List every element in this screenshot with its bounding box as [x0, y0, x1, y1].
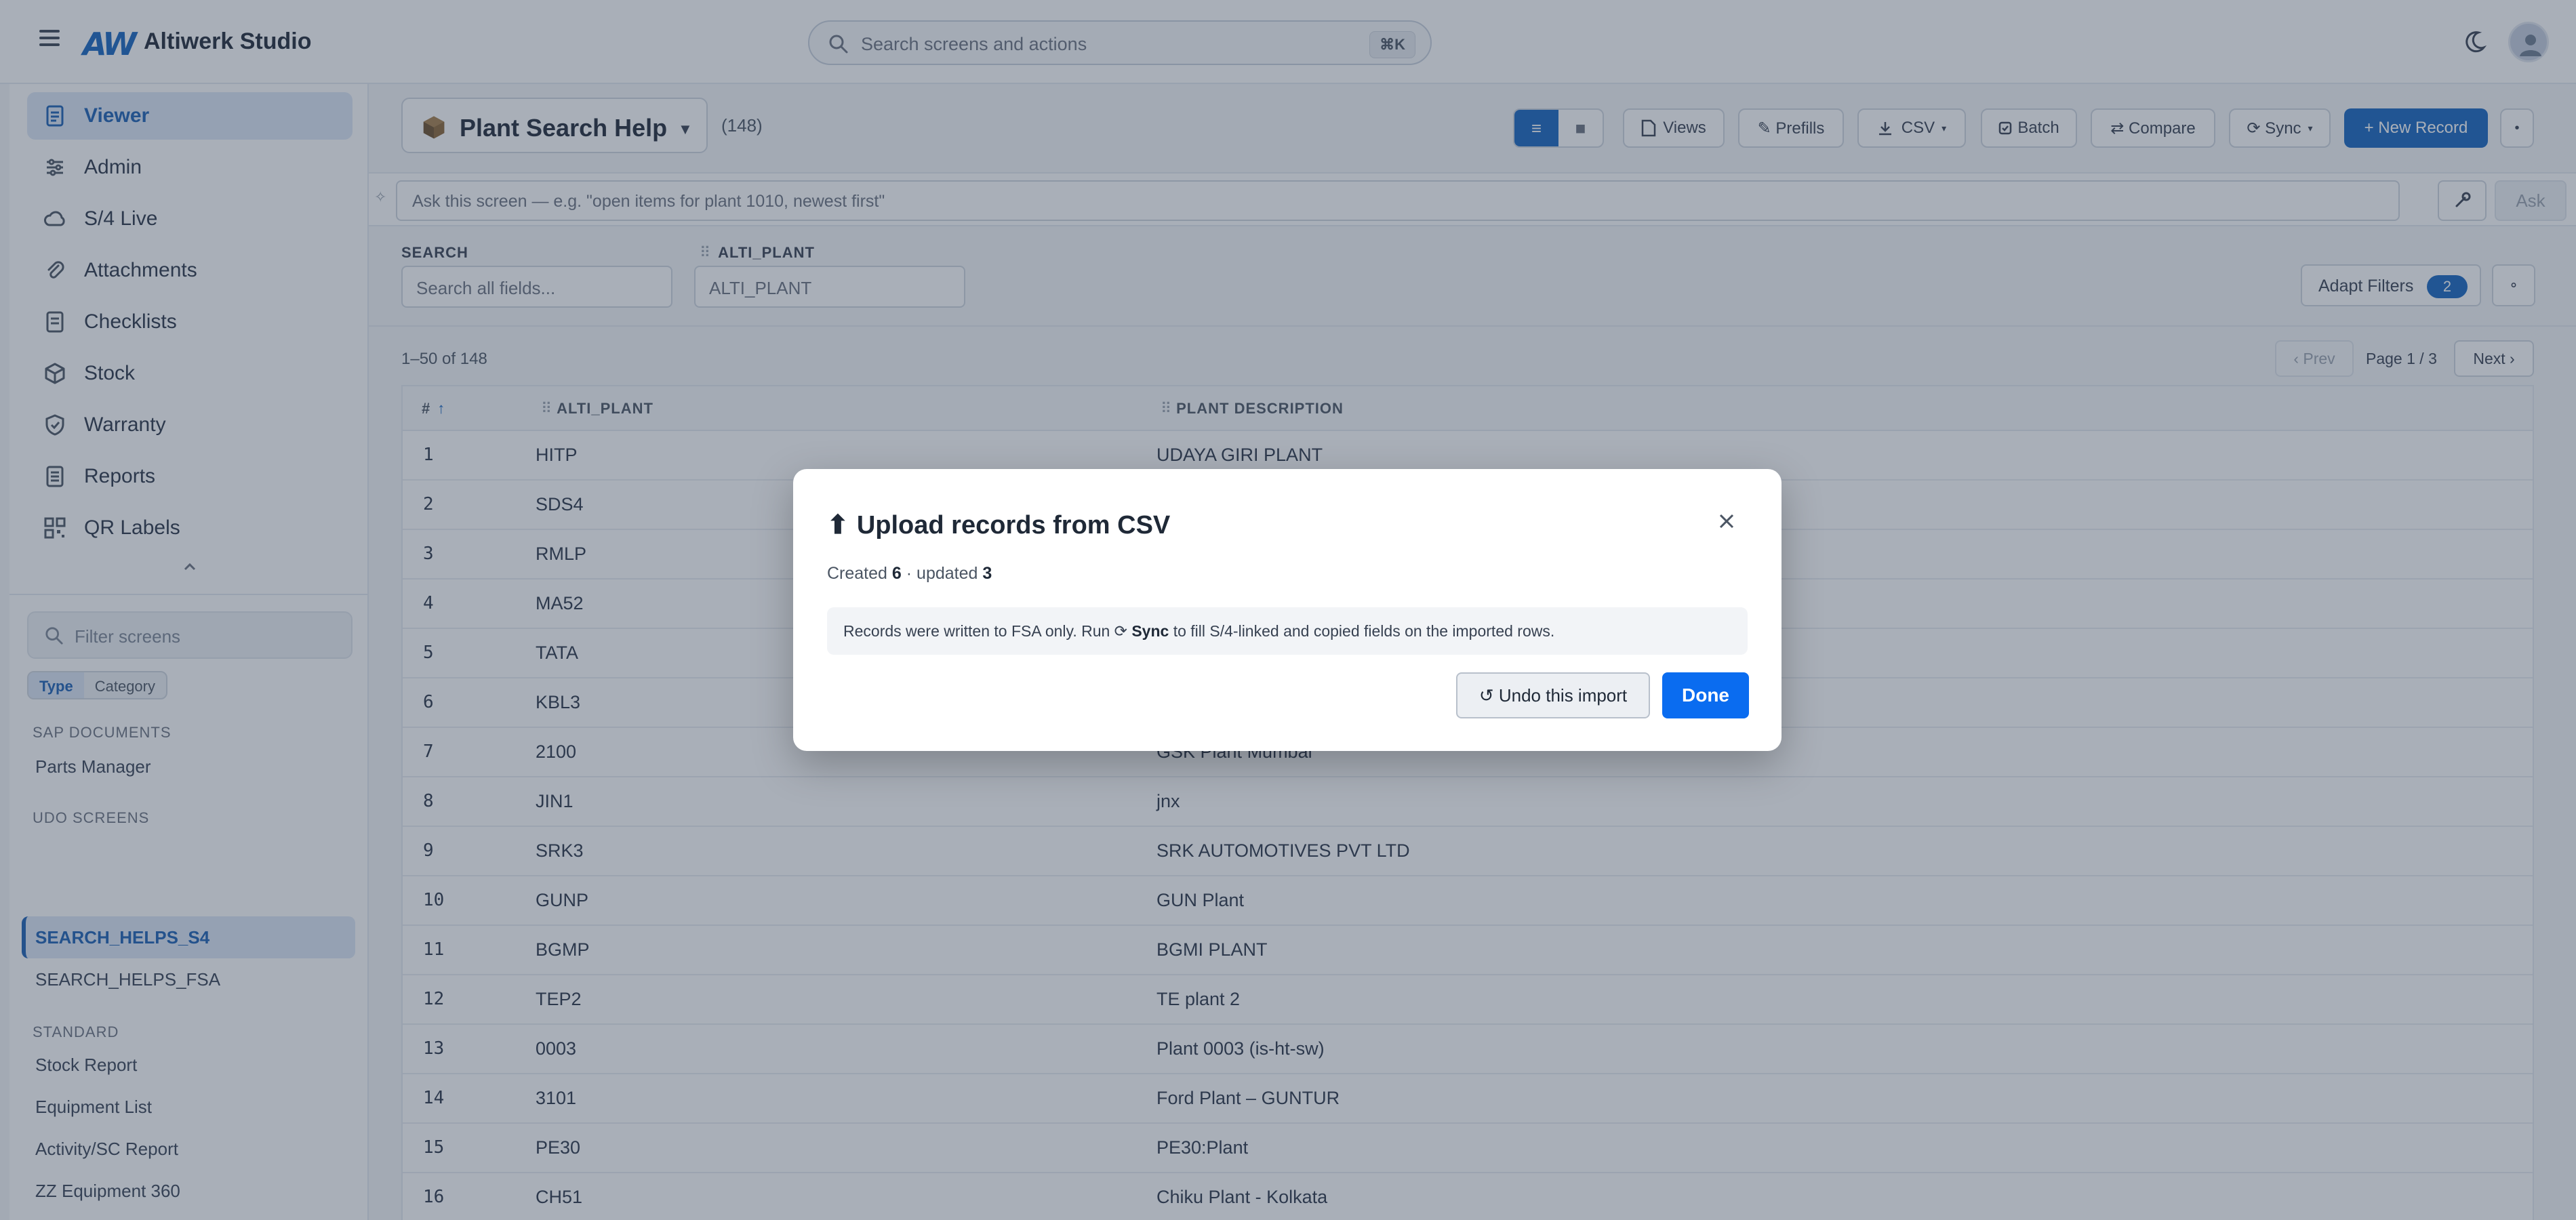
created-count: 6	[891, 564, 902, 583]
done-button[interactable]: Done	[1662, 672, 1749, 718]
created-label: Created	[827, 564, 887, 583]
upload-csv-dialog: ⬆ Upload records from CSV Created 6 · upd…	[793, 469, 1782, 751]
notice-sync-word: Sync	[1131, 622, 1169, 640]
updated-count: 3	[982, 564, 992, 583]
import-summary: Created 6 · updated 3	[827, 564, 992, 584]
upload-arrow-icon: ⬆	[827, 511, 849, 540]
notice-text-end: to fill S/4-linked and copied fields on …	[1173, 622, 1555, 640]
close-icon[interactable]	[1715, 510, 1738, 533]
updated-label: · updated	[906, 564, 978, 583]
dialog-title-text: Upload records from CSV	[856, 511, 1171, 540]
dialog-title: ⬆ Upload records from CSV	[827, 510, 1170, 540]
notice-text-start: Records were written to FSA only. Run ⟳	[843, 622, 1127, 640]
sync-notice: Records were written to FSA only. Run ⟳ …	[827, 607, 1748, 655]
undo-import-button[interactable]: ↺ Undo this import	[1456, 672, 1650, 718]
sync-notice-text: Records were written to FSA only. Run ⟳ …	[843, 622, 1554, 640]
